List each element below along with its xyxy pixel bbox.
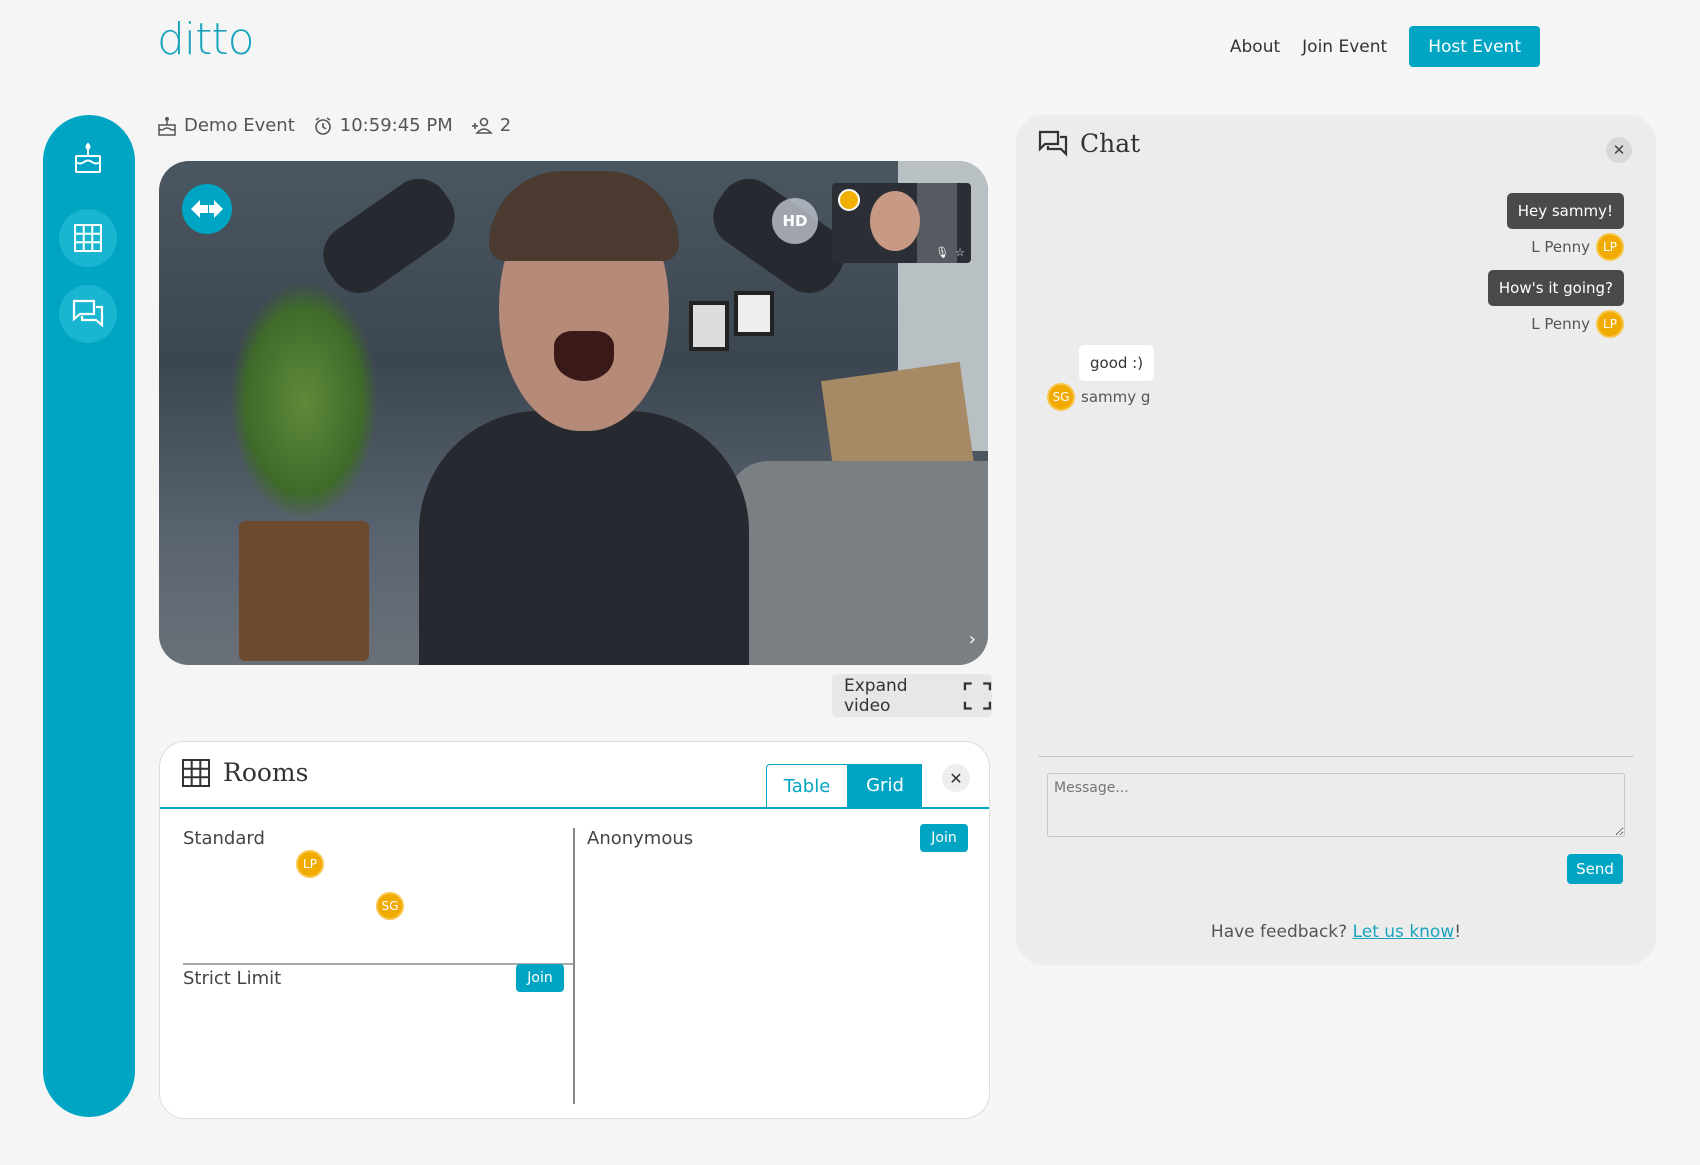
participant-hair bbox=[489, 171, 679, 261]
participant-mouth bbox=[554, 331, 614, 381]
top-nav: About Join Event Host Event bbox=[1230, 26, 1540, 67]
attendee-count: 2 bbox=[499, 115, 512, 136]
message-author: SG sammy g bbox=[1047, 383, 1154, 411]
close-rooms-button[interactable]: ✕ bbox=[942, 764, 970, 792]
message-input[interactable] bbox=[1047, 773, 1625, 837]
sidebar-item-rooms[interactable] bbox=[59, 209, 117, 267]
event-time-item: 10:59:45 PM bbox=[313, 115, 453, 136]
event-name: Demo Event bbox=[184, 115, 295, 136]
tab-table-view[interactable]: Table bbox=[766, 764, 848, 807]
join-room-button[interactable]: Join bbox=[516, 964, 564, 992]
feedback-link[interactable]: Let us know bbox=[1353, 922, 1455, 942]
feedback-text: Have feedback? Let us know! bbox=[1016, 922, 1656, 942]
grid-icon bbox=[74, 224, 102, 252]
room-label: Standard bbox=[183, 828, 265, 849]
chat-title-text: Chat bbox=[1080, 129, 1141, 158]
join-room-button[interactable]: Join bbox=[920, 824, 968, 852]
participant-body bbox=[419, 411, 749, 665]
avatar[interactable]: LP bbox=[296, 850, 324, 878]
hd-badge[interactable]: HD bbox=[772, 198, 818, 244]
attendee-count-item: 2 bbox=[471, 115, 511, 136]
chat-message: good :) SG sammy g bbox=[1047, 345, 1155, 411]
rooms-title-text: Rooms bbox=[223, 758, 309, 787]
room-label: Strict Limit bbox=[183, 968, 282, 989]
expand-video-button[interactable]: Expand video bbox=[832, 674, 992, 717]
chat-message: How's it going? L Penny LP bbox=[1487, 270, 1624, 338]
avatar: SG bbox=[1047, 383, 1075, 411]
chat-message: Hey sammy! L Penny LP bbox=[1506, 193, 1624, 261]
message-bubble: good :) bbox=[1079, 345, 1155, 381]
main-video[interactable]: HD 🎙 ☆ › bbox=[159, 161, 988, 665]
pip-participant bbox=[870, 191, 920, 251]
chevron-right-icon[interactable]: › bbox=[969, 629, 976, 650]
grid-icon bbox=[182, 758, 210, 787]
chat-icon bbox=[72, 299, 104, 328]
avatar: LP bbox=[1596, 310, 1624, 338]
room-divider bbox=[183, 963, 573, 965]
room-strict-limit[interactable]: Strict Limit Join bbox=[183, 964, 573, 1104]
event-time: 10:59:45 PM bbox=[339, 115, 453, 136]
alarm-clock-icon bbox=[314, 116, 331, 135]
swap-arrows-icon bbox=[191, 200, 223, 218]
chat-title: Chat bbox=[1038, 129, 1140, 158]
cake-icon bbox=[75, 142, 101, 173]
chat-panel: Chat ✕ Hey sammy! L Penny LP How's it go… bbox=[1016, 115, 1656, 965]
self-view-video[interactable]: 🎙 ☆ bbox=[832, 183, 971, 263]
message-bubble: How's it going? bbox=[1487, 270, 1624, 306]
send-button[interactable]: Send bbox=[1567, 854, 1623, 884]
avatar: LP bbox=[1596, 233, 1624, 261]
video-participant bbox=[311, 161, 857, 665]
star-icon[interactable]: ☆ bbox=[955, 246, 965, 259]
room-label: Anonymous bbox=[587, 828, 694, 849]
signal-strength-icon bbox=[838, 189, 860, 211]
swap-video-button[interactable] bbox=[182, 184, 232, 234]
nav-about-link[interactable]: About bbox=[1230, 37, 1280, 57]
feedback-suffix: ! bbox=[1454, 922, 1462, 942]
author-name: L Penny bbox=[1531, 315, 1590, 333]
author-name: sammy g bbox=[1081, 388, 1151, 406]
chat-divider bbox=[1038, 756, 1634, 757]
rooms-view-toggle: Table Grid bbox=[766, 764, 922, 807]
add-user-icon bbox=[471, 117, 493, 134]
rooms-header: Rooms Table Grid ✕ bbox=[160, 742, 989, 809]
cake-icon bbox=[158, 116, 176, 136]
room-standard[interactable]: Standard LP SG bbox=[183, 828, 573, 963]
author-name: L Penny bbox=[1531, 238, 1590, 256]
nav-join-link[interactable]: Join Event bbox=[1302, 37, 1387, 57]
pip-controls: 🎙 ☆ bbox=[935, 246, 965, 259]
host-event-button[interactable]: Host Event bbox=[1409, 26, 1540, 67]
event-meta: Demo Event 10:59:45 PM 2 bbox=[157, 115, 511, 136]
mic-muted-icon[interactable]: 🎙 bbox=[935, 246, 949, 259]
message-author: L Penny LP bbox=[1488, 310, 1624, 338]
close-chat-button[interactable]: ✕ bbox=[1606, 137, 1632, 163]
brand-logo[interactable]: ditto bbox=[157, 14, 255, 65]
sidebar bbox=[43, 115, 135, 1117]
sidebar-item-chat[interactable] bbox=[59, 285, 117, 343]
event-name-item: Demo Event bbox=[157, 115, 295, 136]
rooms-title: Rooms bbox=[182, 758, 308, 787]
chat-icon bbox=[1038, 130, 1068, 157]
expand-video-label: Expand video bbox=[844, 675, 908, 716]
feedback-prefix: Have feedback? bbox=[1210, 922, 1353, 942]
message-author: L Penny LP bbox=[1507, 233, 1624, 261]
avatar[interactable]: SG bbox=[376, 892, 404, 920]
message-bubble: Hey sammy! bbox=[1506, 193, 1624, 229]
room-divider bbox=[573, 828, 575, 1104]
room-anonymous[interactable]: Anonymous Join bbox=[587, 824, 977, 1104]
sidebar-item-event[interactable] bbox=[59, 129, 117, 187]
rooms-panel: Rooms Table Grid ✕ Standard LP SG Anonym… bbox=[159, 741, 990, 1119]
tab-grid-view[interactable]: Grid bbox=[848, 764, 922, 807]
fullscreen-icon bbox=[963, 681, 992, 710]
